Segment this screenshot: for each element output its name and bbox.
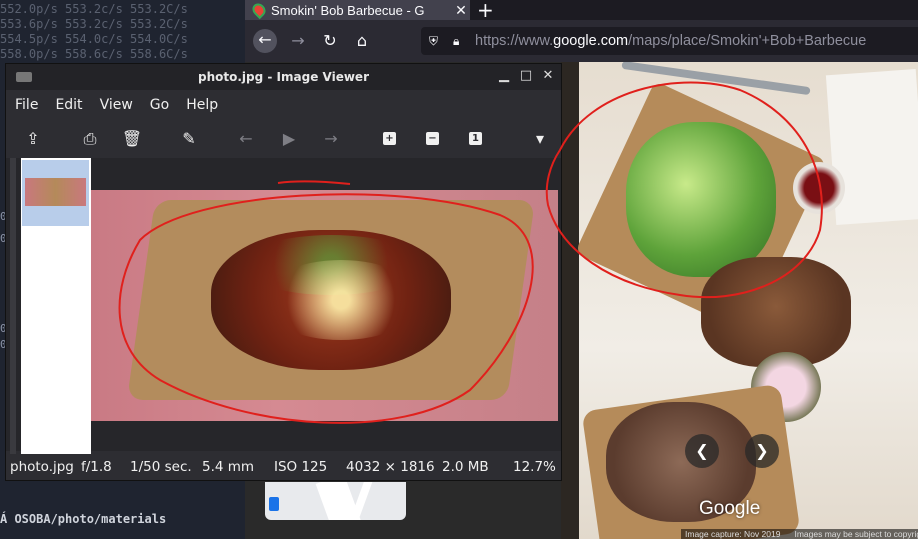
- capture-date: Image capture: Nov 2019: [685, 529, 781, 539]
- tab-bar: Smokin' Bob Barbecue - G ✕ +: [245, 0, 918, 22]
- nav-bar: ← → ↻ ⌂ ⛨ 🔒︎ https://www.google.com/maps…: [245, 20, 918, 62]
- more-options-icon[interactable]: ▾: [529, 128, 551, 150]
- zoom-in-button[interactable]: +: [383, 132, 396, 145]
- terminal-line: 558.0p/s 558.6c/s 558.6C/s: [0, 47, 188, 61]
- google-logo: Google: [699, 498, 761, 519]
- lock-icon[interactable]: 🔒︎: [453, 34, 467, 49]
- reload-button[interactable]: ↻: [319, 30, 341, 52]
- viewer-body: [6, 158, 561, 455]
- image-sauce: [261, 260, 421, 340]
- menu-help[interactable]: Help: [186, 97, 218, 113]
- previous-image-icon[interactable]: ←: [235, 128, 257, 150]
- viewer-title: photo.jpg - Image Viewer: [198, 70, 369, 84]
- url-bar[interactable]: ⛨ 🔒︎ https://www.google.com/maps/place/S…: [421, 27, 918, 55]
- thumbnail-strip: [21, 158, 91, 455]
- maps-pin-icon: [249, 0, 269, 20]
- viewer-menubar: File Edit View Go Help: [6, 90, 561, 120]
- tab-title: Smokin' Bob Barbecue - G: [271, 2, 425, 18]
- next-image-icon[interactable]: →: [320, 128, 342, 150]
- status-filesize: 2.0 MB: [442, 459, 489, 475]
- copyright-notice: Images may be subject to copyright: [794, 529, 918, 539]
- url-path: /maps/place/Smokin'+Bob+Barbecue: [628, 33, 867, 49]
- tab-active[interactable]: Smokin' Bob Barbecue - G ✕: [245, 0, 470, 20]
- status-resolution: 4032 × 1816: [346, 459, 435, 475]
- home-button[interactable]: ⌂: [351, 30, 373, 52]
- new-tab-button[interactable]: +: [477, 0, 494, 22]
- delete-icon[interactable]: 🗑︎: [121, 128, 143, 150]
- previous-photo-button[interactable]: ❮: [685, 434, 719, 468]
- status-aperture: f/1.8: [81, 459, 112, 475]
- forward-button[interactable]: →: [287, 30, 309, 52]
- viewer-statusbar: photo.jpg f/1.8 1/50 sec. 5.4 mm ISO 125…: [6, 454, 561, 480]
- url-text[interactable]: https://www.google.com/maps/place/Smokin…: [475, 33, 866, 49]
- minimize-button[interactable]: ▁: [496, 68, 512, 84]
- photo-edge: [561, 62, 579, 539]
- status-filename: photo.jpg: [10, 459, 74, 475]
- transit-icon: [269, 497, 279, 511]
- status-exposure: 1/50 sec.: [130, 459, 192, 475]
- export-icon[interactable]: ⇪: [22, 128, 44, 150]
- photo-salad: [626, 122, 776, 277]
- print-icon[interactable]: ⎙: [79, 128, 101, 150]
- zoom-out-button[interactable]: −: [426, 132, 439, 145]
- thumbnail-image: [25, 178, 86, 206]
- back-button[interactable]: ←: [253, 29, 277, 53]
- image-viewer-window: photo.jpg - Image Viewer ▁ □ ✕ File Edit…: [5, 63, 562, 481]
- status-focal-length: 5.4 mm: [202, 459, 255, 475]
- next-photo-button[interactable]: ❯: [745, 434, 779, 468]
- menu-file[interactable]: File: [15, 97, 38, 113]
- main-image[interactable]: [91, 190, 558, 421]
- terminal-path: Á OSOBA/photo/materials: [0, 512, 167, 526]
- thumbnail-selected[interactable]: [22, 160, 89, 226]
- viewer-titlebar[interactable]: photo.jpg - Image Viewer ▁ □ ✕: [6, 64, 561, 90]
- menu-view[interactable]: View: [100, 97, 133, 113]
- url-prefix: https://www.: [475, 33, 554, 49]
- photo-credit-bar: Image capture: Nov 2019 Images may be su…: [681, 529, 918, 539]
- shield-icon[interactable]: ⛨: [429, 34, 443, 48]
- photo-pulled-pork: [701, 257, 851, 367]
- slideshow-play-icon[interactable]: ▶: [278, 128, 300, 150]
- maximize-button[interactable]: □: [518, 68, 534, 84]
- photo-sauce-cup: [793, 162, 845, 214]
- minimap[interactable]: [265, 482, 406, 520]
- menu-edit[interactable]: Edit: [55, 97, 82, 113]
- terminal-line: 552.0p/s 553.2c/s 553.2C/s: [0, 2, 188, 16]
- viewer-toolbar: ⇪ ⎙ 🗑︎ ✎ ← ▶ → + − 1 ▾: [6, 120, 561, 158]
- status-zoom: 12.7%: [513, 459, 556, 475]
- zoom-original-button[interactable]: 1: [469, 132, 482, 145]
- edit-pencil-icon[interactable]: ✎: [178, 128, 200, 150]
- status-iso: ISO 125: [274, 459, 328, 475]
- url-host: google.com: [553, 33, 629, 49]
- close-button[interactable]: ✕: [540, 68, 556, 84]
- thumbnail-scrollbar[interactable]: [10, 158, 16, 455]
- terminal-line: 554.5p/s 554.0c/s 554.0C/s: [0, 32, 188, 46]
- menu-go[interactable]: Go: [150, 97, 169, 113]
- place-photo[interactable]: ❮ ❯ Google Image capture: Nov 2019 Image…: [561, 62, 918, 539]
- close-tab-icon[interactable]: ✕: [452, 2, 470, 19]
- terminal-line: 553.6p/s 553.2c/s 553.2C/s: [0, 17, 188, 31]
